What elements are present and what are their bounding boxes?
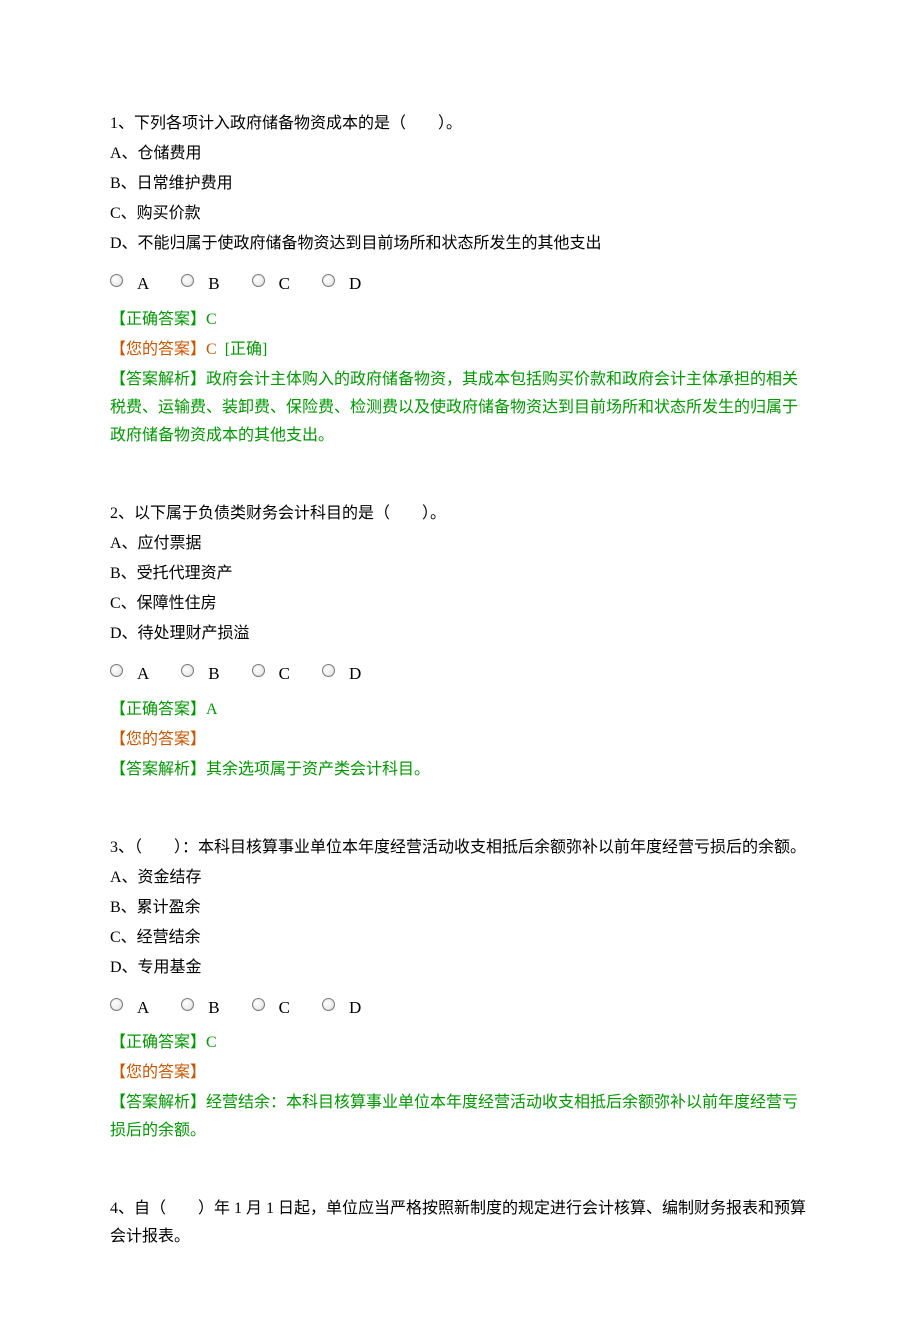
q1-option-c: C、购买价款 bbox=[110, 200, 810, 228]
radio-label: C bbox=[279, 993, 290, 1023]
q1-explain: 【答案解析】政府会计主体购入的政府储备物资，其成本包括购买价款和政府会计主体承担… bbox=[110, 366, 810, 450]
your-value: C bbox=[206, 341, 217, 358]
q3-option-b: B、累计盈余 bbox=[110, 894, 810, 922]
q2-option-a: A、应付票据 bbox=[110, 530, 810, 558]
q1-radio-c[interactable]: C bbox=[252, 266, 290, 296]
q3-your-answer: 【您的答案】 bbox=[110, 1059, 810, 1087]
spacer bbox=[110, 1173, 810, 1195]
radio-icon bbox=[252, 998, 265, 1011]
radio-icon bbox=[181, 664, 194, 677]
question-1: 1、下列各项计入政府储备物资成本的是（ ）。 A、仓储费用 B、日常维护费用 C… bbox=[110, 110, 810, 450]
radio-icon bbox=[181, 998, 194, 1011]
q2-option-c: C、保障性住房 bbox=[110, 590, 810, 618]
radio-icon bbox=[322, 274, 335, 287]
radio-label: C bbox=[279, 659, 290, 689]
radio-icon bbox=[110, 274, 123, 287]
q1-stem: 1、下列各项计入政府储备物资成本的是（ ）。 bbox=[110, 110, 810, 138]
radio-label: A bbox=[137, 659, 149, 689]
spacer bbox=[110, 812, 810, 834]
radio-icon bbox=[110, 998, 123, 1011]
q3-radio-b[interactable]: B bbox=[181, 990, 219, 1020]
radio-icon bbox=[322, 998, 335, 1011]
q3-correct-answer: 【正确答案】C bbox=[110, 1029, 810, 1057]
question-3: 3、（ ）：本科目核算事业单位本年度经营活动收支相抵后余额弥补以前年度经营亏损后… bbox=[110, 834, 810, 1146]
q1-radio-d[interactable]: D bbox=[322, 266, 361, 296]
q4-stem: 4、自（ ）年 1 月 1 日起，单位应当严格按照新制度的规定进行会计核算、编制… bbox=[110, 1195, 810, 1251]
your-label: 【您的答案】 bbox=[110, 1064, 206, 1081]
q3-radio-row: A B C D bbox=[110, 990, 810, 1020]
radio-label: A bbox=[137, 269, 149, 299]
q3-radio-d[interactable]: D bbox=[322, 990, 361, 1020]
q2-explain: 【答案解析】其余选项属于资产类会计科目。 bbox=[110, 756, 810, 784]
status-correct: [正确] bbox=[225, 341, 268, 358]
q2-option-b: B、受托代理资产 bbox=[110, 560, 810, 588]
correct-label: 【正确答案】 bbox=[110, 1034, 206, 1051]
correct-value: A bbox=[206, 701, 218, 718]
q3-option-d: D、专用基金 bbox=[110, 954, 810, 982]
q1-radio-row: A B C D bbox=[110, 266, 810, 296]
q3-option-c: C、经营结余 bbox=[110, 924, 810, 952]
radio-label: B bbox=[208, 659, 219, 689]
correct-label: 【正确答案】 bbox=[110, 701, 206, 718]
radio-label: C bbox=[279, 269, 290, 299]
q2-radio-b[interactable]: B bbox=[181, 656, 219, 686]
radio-label: B bbox=[208, 993, 219, 1023]
spacer bbox=[110, 478, 810, 500]
q2-radio-d[interactable]: D bbox=[322, 656, 361, 686]
q2-option-d: D、待处理财产损溢 bbox=[110, 620, 810, 648]
your-label: 【您的答案】 bbox=[110, 341, 206, 358]
question-2: 2、以下属于负债类财务会计科目的是（ ）。 A、应付票据 B、受托代理资产 C、… bbox=[110, 500, 810, 784]
correct-value: C bbox=[206, 1034, 217, 1051]
radio-label: D bbox=[349, 269, 361, 299]
q1-option-d: D、不能归属于使政府储备物资达到目前场所和状态所发生的其他支出 bbox=[110, 230, 810, 258]
correct-label: 【正确答案】 bbox=[110, 311, 206, 328]
radio-label: A bbox=[137, 993, 149, 1023]
q1-option-a: A、仓储费用 bbox=[110, 140, 810, 168]
radio-icon bbox=[110, 664, 123, 677]
radio-label: D bbox=[349, 659, 361, 689]
radio-label: B bbox=[208, 269, 219, 299]
q1-option-b: B、日常维护费用 bbox=[110, 170, 810, 198]
q1-radio-b[interactable]: B bbox=[181, 266, 219, 296]
q1-your-answer: 【您的答案】C [正确] bbox=[110, 336, 810, 364]
question-4: 4、自（ ）年 1 月 1 日起，单位应当严格按照新制度的规定进行会计核算、编制… bbox=[110, 1195, 810, 1251]
q2-radio-c[interactable]: C bbox=[252, 656, 290, 686]
q3-radio-a[interactable]: A bbox=[110, 990, 149, 1020]
q2-stem: 2、以下属于负债类财务会计科目的是（ ）。 bbox=[110, 500, 810, 528]
q2-radio-row: A B C D bbox=[110, 656, 810, 686]
q1-correct-answer: 【正确答案】C bbox=[110, 306, 810, 334]
q2-your-answer: 【您的答案】 bbox=[110, 726, 810, 754]
correct-value: C bbox=[206, 311, 217, 328]
your-label: 【您的答案】 bbox=[110, 731, 206, 748]
radio-icon bbox=[181, 274, 194, 287]
radio-icon bbox=[322, 664, 335, 677]
radio-icon bbox=[252, 664, 265, 677]
q3-option-a: A、资金结存 bbox=[110, 864, 810, 892]
q3-radio-c[interactable]: C bbox=[252, 990, 290, 1020]
q2-radio-a[interactable]: A bbox=[110, 656, 149, 686]
radio-icon bbox=[252, 274, 265, 287]
q3-explain: 【答案解析】经营结余：本科目核算事业单位本年度经营活动收支相抵后余额弥补以前年度… bbox=[110, 1089, 810, 1145]
q1-radio-a[interactable]: A bbox=[110, 266, 149, 296]
q2-correct-answer: 【正确答案】A bbox=[110, 696, 810, 724]
q3-stem: 3、（ ）：本科目核算事业单位本年度经营活动收支相抵后余额弥补以前年度经营亏损后… bbox=[110, 834, 810, 862]
radio-label: D bbox=[349, 993, 361, 1023]
